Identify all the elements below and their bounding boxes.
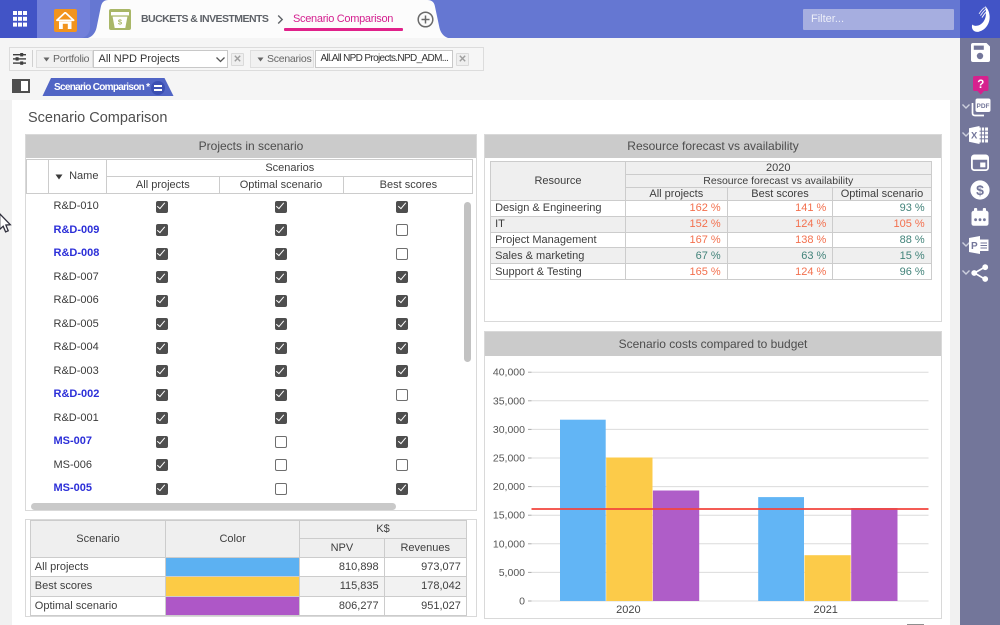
svg-text:25,000: 25,000 [493, 453, 525, 465]
svg-text:$: $ [976, 182, 984, 198]
svg-text:15,000: 15,000 [493, 510, 525, 522]
svg-text:30,000: 30,000 [493, 424, 525, 436]
svg-text:X: X [971, 130, 978, 141]
svg-text:35,000: 35,000 [493, 395, 525, 407]
svg-text:5,000: 5,000 [499, 567, 525, 579]
svg-text:0: 0 [519, 596, 525, 608]
svg-text:10,000: 10,000 [493, 538, 525, 550]
svg-text:20,000: 20,000 [493, 481, 525, 493]
svg-text:P: P [970, 241, 977, 252]
svg-text:2021: 2021 [813, 604, 837, 616]
svg-text:?: ? [977, 78, 984, 90]
svg-text:PDF: PDF [976, 103, 989, 110]
svg-text:40,000: 40,000 [493, 367, 525, 379]
svg-text:2020: 2020 [616, 604, 640, 616]
